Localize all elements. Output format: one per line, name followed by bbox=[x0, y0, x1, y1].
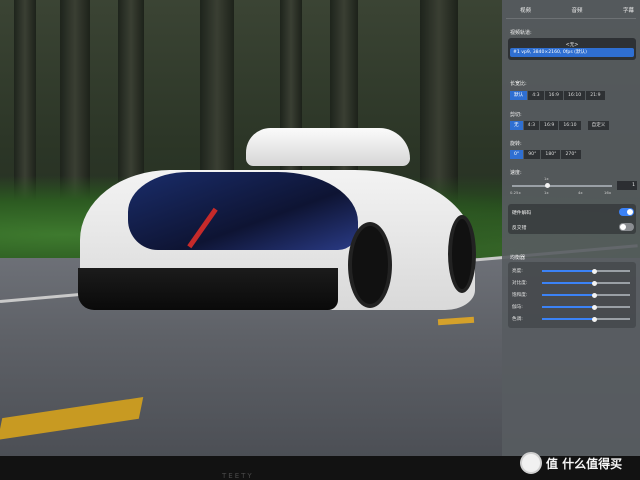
car-windshield bbox=[128, 172, 358, 250]
aspect-option[interactable]: 默认 bbox=[510, 91, 528, 100]
crop-label: 剪切: bbox=[510, 112, 522, 118]
video-settings-panel: 视频 音频 字幕 视频轨道: <无> #1 vp9, 3840×2160, 0f… bbox=[502, 0, 640, 456]
crop-option[interactable]: 无 bbox=[510, 121, 523, 130]
car-roof-box bbox=[246, 128, 410, 166]
rotate-option[interactable]: 180° bbox=[541, 150, 561, 159]
car-wheel bbox=[348, 222, 392, 308]
car-wheel bbox=[448, 215, 476, 293]
rotate-option[interactable]: 90° bbox=[524, 150, 541, 159]
toggle-knob bbox=[620, 224, 626, 230]
rotate-option[interactable]: 0° bbox=[510, 150, 524, 159]
video-track-list[interactable]: <无> #1 vp9, 3840×2160, 0fps (默认) bbox=[508, 38, 636, 60]
watermark: 值 什么值得买 bbox=[520, 452, 622, 474]
video-track-label: 视频轨道: bbox=[510, 30, 532, 36]
crop-option[interactable]: 16:10 bbox=[559, 121, 581, 130]
aspect-ratio-segment: 默认 4:3 16:9 16:10 21:9 bbox=[510, 91, 605, 100]
crop-segment: 无 4:3 16:9 16:10 自定义 bbox=[510, 121, 610, 130]
eq-slider-knob[interactable] bbox=[592, 304, 598, 310]
aspect-option[interactable]: 4:3 bbox=[528, 91, 544, 100]
eq-saturation-label: 饱和度: bbox=[512, 293, 528, 298]
aspect-option[interactable]: 16:9 bbox=[544, 91, 563, 100]
equalizer-label: 均衡器 bbox=[510, 255, 526, 261]
hardware-decode-toggle[interactable] bbox=[619, 208, 634, 216]
eq-slider-knob[interactable] bbox=[592, 292, 598, 298]
deinterlace-label: 反交错 bbox=[512, 226, 527, 231]
crop-option[interactable]: 4:3 bbox=[523, 121, 540, 130]
eq-slider-knob[interactable] bbox=[592, 280, 598, 286]
speed-tick: 0.25x bbox=[510, 190, 521, 195]
watermark-text: 值 什么值得买 bbox=[546, 456, 623, 471]
eq-hue-label: 色调: bbox=[512, 317, 523, 322]
eq-brightness-label: 亮度: bbox=[512, 269, 523, 274]
aspect-option[interactable]: 16:10 bbox=[563, 91, 586, 100]
crop-custom-button[interactable]: 自定义 bbox=[587, 121, 610, 130]
eq-slider-fill bbox=[542, 306, 595, 308]
panel-tabs: 视频 音频 字幕 bbox=[502, 0, 640, 18]
speed-slider[interactable] bbox=[512, 185, 612, 187]
eq-slider-fill bbox=[542, 282, 595, 284]
eq-slider-fill bbox=[542, 318, 595, 320]
aspect-option[interactable]: 21:9 bbox=[586, 91, 605, 100]
eq-slider-knob[interactable] bbox=[592, 268, 598, 274]
aspect-ratio-label: 长宽比: bbox=[510, 81, 527, 87]
hardware-decode-label: 硬件解码 bbox=[512, 211, 532, 216]
tab-audio[interactable]: 音频 bbox=[571, 6, 582, 18]
tab-video[interactable]: 视频 bbox=[520, 6, 531, 18]
speed-tick: 4x bbox=[578, 190, 583, 195]
car-front-bumper bbox=[78, 268, 338, 310]
tab-subtitle[interactable]: 字幕 bbox=[623, 6, 634, 18]
speed-current-tick: 1x bbox=[544, 176, 549, 181]
speed-slider-knob[interactable] bbox=[544, 183, 550, 188]
eq-contrast-label: 对比度: bbox=[512, 281, 528, 286]
speed-label: 速度: bbox=[510, 170, 522, 176]
eq-slider-knob[interactable] bbox=[592, 316, 598, 322]
rotate-segment: 0° 90° 180° 270° bbox=[510, 150, 581, 159]
speed-value-field[interactable]: 1 bbox=[617, 181, 637, 190]
track-none-item[interactable]: <无> bbox=[508, 41, 636, 48]
eq-slider-fill bbox=[542, 270, 595, 272]
tabs-divider bbox=[506, 18, 636, 19]
toggle-knob bbox=[627, 209, 633, 215]
track-selected-item[interactable]: #1 vp9, 3840×2160, 0fps (默认) bbox=[510, 48, 634, 57]
deinterlace-toggle[interactable] bbox=[619, 223, 634, 231]
eq-slider-fill bbox=[542, 294, 595, 296]
crop-option[interactable]: 16:9 bbox=[540, 121, 559, 130]
rotate-label: 旋转: bbox=[510, 141, 522, 147]
speed-tick: 16x bbox=[604, 190, 612, 195]
speed-tick: 1x bbox=[544, 190, 549, 195]
eq-gamma-label: 伽马: bbox=[512, 305, 523, 310]
monitor-brand: TEETY bbox=[222, 472, 254, 480]
rotate-option[interactable]: 270° bbox=[561, 150, 581, 159]
watermark-logo-icon bbox=[520, 452, 542, 474]
